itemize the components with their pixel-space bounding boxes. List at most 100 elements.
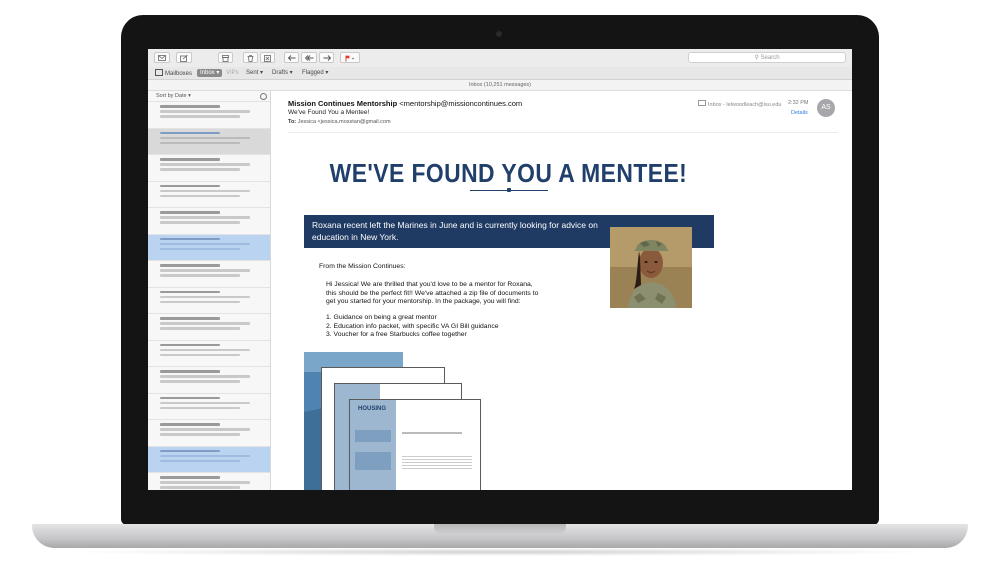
list-item-text bbox=[160, 348, 250, 351]
list-item[interactable] bbox=[148, 367, 270, 394]
message-recipient: To: Jessica <jessica.mosstan@gmail.com bbox=[288, 119, 391, 125]
housing-title: HOUSING bbox=[358, 406, 387, 412]
list-item-text bbox=[160, 327, 240, 330]
filter-icon[interactable] bbox=[260, 93, 267, 100]
list-item[interactable] bbox=[148, 128, 270, 155]
delete-button[interactable] bbox=[243, 52, 258, 63]
list-item-text bbox=[160, 290, 220, 293]
list-item-text bbox=[160, 242, 250, 245]
email-paragraph-line-3: get you started for your mentorship. In … bbox=[326, 298, 521, 305]
fav-sent[interactable]: Sent ▾ bbox=[246, 69, 263, 77]
list-item-text bbox=[160, 141, 240, 144]
housing-block-2 bbox=[355, 452, 391, 470]
list-item[interactable] bbox=[148, 234, 270, 261]
list-item-text bbox=[160, 380, 240, 383]
list-item-text bbox=[160, 295, 250, 298]
list-item-text bbox=[160, 269, 250, 272]
list-item[interactable] bbox=[148, 182, 270, 208]
reply-button[interactable] bbox=[284, 52, 299, 63]
list-item[interactable] bbox=[148, 155, 270, 182]
search-input[interactable]: ⚲ Search bbox=[688, 52, 846, 63]
housing-text-line bbox=[402, 432, 462, 434]
laptop-notch bbox=[434, 524, 566, 535]
list-item-text bbox=[160, 375, 250, 378]
list-item-text bbox=[160, 401, 250, 404]
list-item[interactable] bbox=[148, 261, 270, 288]
housing-block-1 bbox=[355, 430, 391, 442]
package-item-2: 2. Education info packet, with specific … bbox=[326, 322, 499, 330]
list-item-text bbox=[160, 189, 250, 192]
details-link[interactable]: Details bbox=[791, 110, 808, 116]
fav-inbox[interactable]: Inbox ▾ bbox=[197, 69, 223, 77]
list-item-text bbox=[160, 211, 220, 214]
compose-icon bbox=[180, 54, 188, 62]
list-item-text bbox=[160, 459, 240, 462]
list-item-text bbox=[160, 481, 250, 484]
list-item-text bbox=[160, 115, 240, 118]
archive-icon bbox=[222, 55, 229, 62]
fav-vips[interactable]: VIPs bbox=[226, 69, 239, 77]
search-placeholder: Search bbox=[760, 55, 780, 61]
list-item[interactable] bbox=[148, 446, 270, 473]
header-divider bbox=[288, 132, 838, 133]
list-item-text bbox=[160, 136, 250, 139]
list-item[interactable] bbox=[148, 314, 270, 341]
package-item-1: 1. Guidance on being a great mentor bbox=[326, 314, 437, 321]
list-item-text bbox=[160, 454, 250, 457]
message-sender[interactable]: Mission Continues Mentorship <mentorship… bbox=[288, 99, 522, 108]
housing-sidebar bbox=[350, 400, 396, 490]
sender-name: Mission Continues Mentorship bbox=[288, 99, 398, 108]
junk-button[interactable] bbox=[260, 52, 275, 63]
list-item-text bbox=[160, 343, 220, 346]
list-item-text bbox=[160, 486, 240, 489]
list-item-text bbox=[160, 247, 240, 250]
sender-email: <mentorship@missioncontinues.com bbox=[399, 99, 523, 108]
mailbox-label: Inbox - lelwoodleach@isu.edu bbox=[708, 102, 782, 108]
compose-button[interactable] bbox=[176, 52, 192, 63]
list-item-text bbox=[160, 353, 240, 356]
to-label: To: bbox=[288, 119, 297, 125]
list-item[interactable] bbox=[148, 288, 270, 314]
archive-button[interactable] bbox=[218, 52, 233, 63]
list-item-text bbox=[160, 194, 240, 197]
list-item[interactable] bbox=[148, 394, 270, 420]
toolbar: ⚲ Search bbox=[148, 49, 852, 68]
fav-drafts[interactable]: Drafts ▾ bbox=[272, 69, 293, 77]
mentee-photo bbox=[610, 227, 692, 308]
list-item[interactable] bbox=[148, 420, 270, 447]
sort-control[interactable]: Sort by Date ▾ bbox=[148, 91, 270, 102]
list-item-text bbox=[160, 423, 220, 426]
list-item-text bbox=[160, 221, 240, 224]
mailbox-icon bbox=[698, 100, 706, 106]
list-item-text bbox=[160, 131, 220, 134]
headline-ornament bbox=[507, 188, 511, 192]
list-item-text bbox=[160, 370, 220, 373]
message-list[interactable]: Sort by Date ▾ bbox=[148, 91, 271, 490]
list-item-text bbox=[160, 237, 220, 240]
list-item-text bbox=[160, 449, 220, 452]
fav-flagged-label: Flagged bbox=[302, 70, 324, 76]
camera bbox=[496, 31, 502, 37]
list-item-text bbox=[160, 433, 240, 436]
list-item[interactable] bbox=[148, 208, 270, 235]
list-item[interactable] bbox=[148, 102, 270, 129]
forward-button[interactable] bbox=[319, 52, 334, 63]
reply-all-button[interactable] bbox=[301, 52, 317, 63]
email-headline: WE'VE FOUND YOU A MENTEE! bbox=[329, 158, 688, 188]
list-item-text bbox=[160, 163, 250, 166]
housing-text-block bbox=[402, 456, 472, 470]
list-item-text bbox=[160, 322, 250, 325]
list-item-text bbox=[160, 158, 220, 161]
fav-inbox-label: Inbox bbox=[200, 70, 215, 76]
email-paragraph-line-2: this should be the perfect fit!! We've a… bbox=[326, 289, 539, 297]
get-mail-button[interactable] bbox=[154, 52, 170, 63]
junk-icon bbox=[264, 55, 271, 62]
list-item[interactable] bbox=[148, 473, 270, 490]
list-item[interactable] bbox=[148, 341, 270, 367]
mailboxes-button[interactable]: Mailboxes bbox=[155, 69, 192, 78]
fav-sent-label: Sent bbox=[246, 70, 259, 76]
flag-button[interactable] bbox=[340, 52, 360, 63]
fav-flagged[interactable]: Flagged ▾ bbox=[302, 69, 328, 77]
flag-icon bbox=[345, 55, 355, 62]
list-item-text bbox=[160, 184, 220, 187]
